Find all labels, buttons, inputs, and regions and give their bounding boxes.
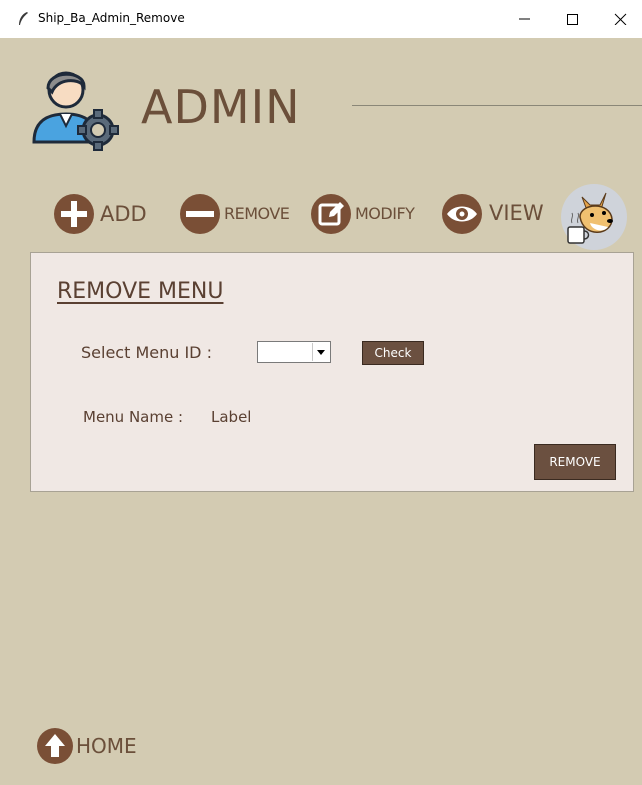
minimize-icon [519,18,530,20]
nav-remove-label: REMOVE [224,204,290,223]
admin-title: ADMIN [141,80,301,134]
minus-icon [180,194,220,234]
nav-add-label: ADD [100,202,147,226]
menu-name-value: Label [211,408,252,426]
window-titlebar: Ship_Ba_Admin_Remove [0,0,642,38]
up-arrow-icon [37,728,73,764]
maximize-icon [567,14,578,25]
menu-id-select[interactable] [257,341,331,363]
nav-modify-label: MODIFY [355,204,415,223]
close-icon [614,13,627,25]
nav-view-label: VIEW [489,201,544,225]
maximize-button[interactable] [552,6,596,32]
home-label: HOME [76,734,137,758]
window-title: Ship_Ba_Admin_Remove [38,11,185,25]
select-menu-id-label: Select Menu ID : [81,343,212,362]
nav-remove-button[interactable]: REMOVE [178,192,298,236]
home-button[interactable]: HOME [36,727,156,767]
nav-add-button[interactable]: ADD [52,192,152,236]
admin-gear-icon [32,71,119,151]
eye-icon [442,194,482,234]
feather-icon [19,12,28,25]
plus-icon [54,194,94,234]
remove-menu-panel: REMOVE MENU Select Menu ID : Check Menu … [30,252,634,492]
nav-modify-button[interactable]: MODIFY [309,192,425,236]
panel-title: REMOVE MENU [57,279,224,304]
header-divider [352,105,642,106]
edit-icon [311,194,351,234]
remove-button[interactable]: REMOVE [534,444,616,480]
check-button[interactable]: Check [362,341,424,365]
dropdown-arrow[interactable] [312,343,329,361]
close-button[interactable] [600,6,642,32]
minimize-button[interactable] [504,6,548,32]
menu-name-label: Menu Name : [83,408,184,426]
nav-view-button[interactable]: VIEW [440,192,552,236]
doge-coffee-icon[interactable] [560,183,628,251]
chevron-down-icon [317,350,325,355]
